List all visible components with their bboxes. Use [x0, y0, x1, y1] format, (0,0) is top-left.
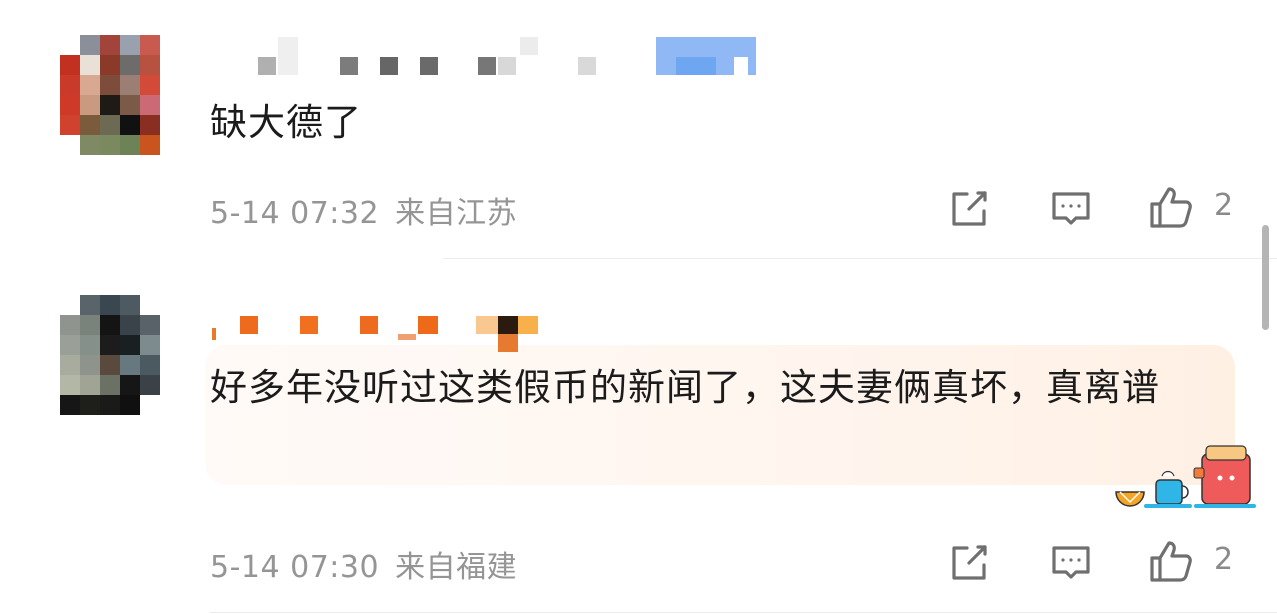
comment-item: 好多年没听过这类假币的新闻了，这夫妻俩真坏，真离谱 5-14 07:30 来自福建 [0, 0, 1277, 614]
comment-text: 好多年没听过这类假币的新闻了，这夫妻俩真坏，真离谱 [210, 366, 1160, 409]
thumbs-up-icon [1150, 541, 1192, 582]
share-button[interactable] [946, 540, 992, 586]
avatar[interactable] [60, 295, 160, 415]
breakfast-illustration-icon [1115, 445, 1256, 508]
like-button[interactable] [1148, 538, 1194, 584]
comment-icon [1052, 546, 1090, 579]
share-icon [952, 545, 987, 580]
comment-time: 5-14 07:30 [210, 550, 380, 585]
breakfast-decoration [1110, 440, 1260, 512]
comment-button[interactable] [1048, 540, 1094, 586]
username-blurred[interactable] [210, 312, 770, 356]
scrollbar[interactable] [1262, 225, 1269, 330]
like-count: 2 [1214, 542, 1234, 577]
comment-meta: 5-14 07:30 来自福建 [210, 542, 517, 586]
comment-location: 来自福建 [395, 550, 518, 585]
bottom-divider [210, 612, 1277, 613]
